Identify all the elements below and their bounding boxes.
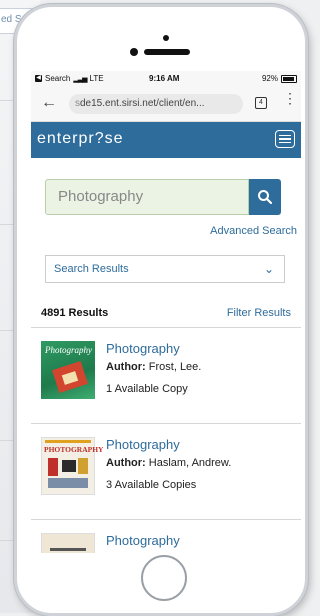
result-availability: 1 Available Copy bbox=[106, 383, 188, 395]
battery-percent: 92% bbox=[261, 74, 278, 83]
cover-artwork bbox=[45, 440, 91, 443]
chevron-down-icon: ⌄ bbox=[263, 262, 274, 276]
cover-artwork bbox=[48, 478, 88, 488]
result-availability: 3 Available Copies bbox=[106, 479, 197, 491]
divider bbox=[31, 423, 301, 424]
cover-title-text: Photography bbox=[45, 345, 92, 355]
author-label: Author: bbox=[106, 361, 146, 373]
tab-switcher-button[interactable]: 4 bbox=[255, 97, 267, 109]
filter-results-link[interactable]: Filter Results bbox=[227, 307, 291, 319]
book-cover-image[interactable]: Photography bbox=[41, 341, 95, 399]
front-camera bbox=[130, 48, 138, 56]
cover-title-text: PHOTOGRAPHY bbox=[44, 445, 104, 454]
book-cover-image[interactable]: PHOTOGRAPHY bbox=[41, 437, 103, 495]
dropdown-selected-value: Search Results bbox=[54, 263, 129, 275]
status-time: 9:16 AM bbox=[149, 74, 180, 83]
search-button[interactable] bbox=[249, 179, 281, 215]
results-header: 4891 Results Filter Results bbox=[41, 307, 291, 319]
result-author: Author: Haslam, Andrew. bbox=[106, 457, 231, 469]
speaker-grille bbox=[144, 49, 190, 55]
search-results-dropdown[interactable]: Search Results ⌄ bbox=[45, 255, 285, 283]
phone-frame: ◀ Search ▂▃▅ LTE 9:16 AM 92% ← sde15.ent… bbox=[14, 4, 308, 616]
author-label: Author: bbox=[106, 457, 146, 469]
enterprise-logo[interactable]: enterpr?se bbox=[37, 130, 124, 148]
search-icon bbox=[258, 190, 273, 205]
search-bar: Photography Advanced Search bbox=[45, 179, 297, 237]
signal-icon: ▂▃▅ bbox=[73, 75, 87, 83]
home-button[interactable] bbox=[141, 555, 187, 601]
results-count: 4891 Results bbox=[41, 307, 109, 319]
search-input[interactable]: Photography bbox=[45, 179, 249, 215]
browser-menu-icon[interactable]: ⋮ bbox=[283, 91, 297, 105]
result-author: Author: Frost, Lee. bbox=[106, 361, 201, 373]
author-name: Frost, Lee. bbox=[145, 361, 202, 373]
advanced-search-link[interactable]: Advanced Search bbox=[210, 225, 297, 237]
back-to-app-icon[interactable]: ◀ bbox=[35, 75, 42, 82]
author-name: Haslam, Andrew. bbox=[145, 457, 232, 469]
result-title[interactable]: Photography bbox=[106, 533, 180, 548]
cover-artwork bbox=[48, 458, 58, 476]
result-title[interactable]: Photography bbox=[106, 341, 180, 356]
divider bbox=[31, 327, 301, 328]
address-bar[interactable]: sde15.ent.sirsi.net/client/en... bbox=[69, 94, 243, 114]
camera-dot bbox=[163, 35, 169, 41]
divider bbox=[31, 519, 301, 520]
carrier-label: Search bbox=[45, 74, 71, 83]
url-text: de15.ent.sirsi.net/client/en... bbox=[80, 98, 205, 109]
book-cover-image[interactable] bbox=[41, 533, 95, 553]
status-bar: ◀ Search ▂▃▅ LTE 9:16 AM 92% bbox=[31, 71, 301, 87]
cover-artwork bbox=[62, 460, 76, 472]
cover-artwork bbox=[50, 548, 86, 551]
back-arrow-icon[interactable]: ← bbox=[41, 94, 57, 112]
cover-artwork bbox=[78, 458, 88, 474]
network-label: LTE bbox=[89, 74, 104, 83]
hamburger-menu-icon[interactable] bbox=[275, 130, 295, 148]
result-title[interactable]: Photography bbox=[106, 437, 180, 452]
browser-toolbar: ← sde15.ent.sirsi.net/client/en... 4 ⋮ bbox=[31, 87, 301, 122]
app-header: enterpr?se bbox=[31, 122, 301, 158]
battery-icon bbox=[281, 74, 297, 83]
phone-screen: ◀ Search ▂▃▅ LTE 9:16 AM 92% ← sde15.ent… bbox=[31, 71, 301, 553]
